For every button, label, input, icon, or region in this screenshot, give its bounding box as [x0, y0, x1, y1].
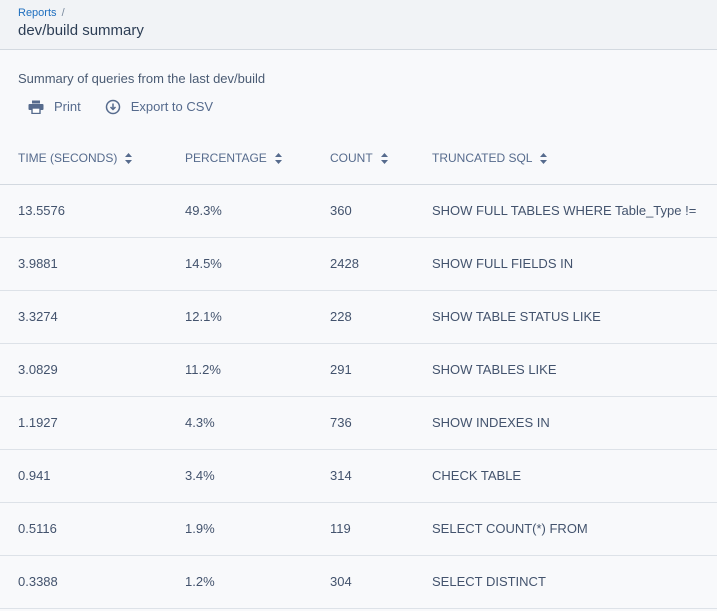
export-label: Export to CSV	[130, 99, 214, 114]
cell-time: 3.9881	[0, 237, 167, 291]
column-header-sql[interactable]: TRUNCATED SQL	[414, 132, 717, 185]
table-row[interactable]: 3.0829 11.2% 291 SHOW TABLES LIKE	[0, 343, 717, 397]
export-csv-button[interactable]: Export to CSV	[105, 99, 213, 115]
column-header-label: TRUNCATED SQL	[432, 150, 533, 165]
cell-count: 736	[312, 396, 414, 450]
column-header-label: TIME (SECONDS)	[18, 150, 118, 165]
cell-count: 119	[312, 502, 414, 556]
breadcrumb-separator: /	[61, 7, 65, 19]
breadcrumb: Reports /	[18, 7, 699, 20]
cell-sql: SHOW FULL TABLES WHERE Table_Type !=	[414, 184, 717, 238]
printer-icon	[28, 100, 44, 114]
cell-percentage: 14.5%	[167, 237, 312, 291]
cell-time: 13.5576	[0, 184, 167, 238]
report-description: Summary of queries from the last dev/bui…	[18, 71, 266, 86]
table-row[interactable]: 0.941 3.4% 314 CHECK TABLE	[0, 449, 717, 503]
cell-sql: SHOW TABLE STATUS LIKE	[414, 290, 717, 344]
cell-percentage: 12.1%	[167, 290, 312, 344]
cell-sql: SELECT DISTINCT	[414, 555, 717, 609]
column-header-label: PERCENTAGE	[185, 150, 267, 165]
sort-icon	[125, 153, 133, 165]
query-summary-table: TIME (SECONDS) PERCENTAGE COUNT TRUNCATE…	[0, 132, 717, 609]
sort-icon	[274, 153, 282, 165]
report-toolbar: Print Export to CSV	[0, 87, 717, 117]
cell-count: 360	[312, 184, 414, 238]
table-row[interactable]: 0.5116 1.9% 119 SELECT COUNT(*) FROM	[0, 502, 717, 556]
cell-sql: SHOW TABLES LIKE	[414, 343, 717, 397]
sort-icon	[380, 153, 388, 165]
sort-icon	[540, 153, 548, 165]
table-header-row: TIME (SECONDS) PERCENTAGE COUNT TRUNCATE…	[0, 132, 717, 185]
cell-count: 2428	[312, 237, 414, 291]
page-header: Reports / dev/build summary	[0, 0, 717, 50]
cell-count: 304	[312, 555, 414, 609]
report-content: Summary of queries from the last dev/bui…	[0, 50, 717, 611]
cell-time: 3.0829	[0, 343, 167, 397]
cell-percentage: 4.3%	[167, 396, 312, 450]
cell-count: 291	[312, 343, 414, 397]
cell-percentage: 3.4%	[167, 449, 312, 503]
cell-percentage: 1.2%	[167, 555, 312, 609]
cell-percentage: 49.3%	[167, 184, 312, 238]
cell-sql: SELECT COUNT(*) FROM	[414, 502, 717, 556]
page-title: dev/build summary	[18, 22, 144, 39]
table-row[interactable]: 1.1927 4.3% 736 SHOW INDEXES IN	[0, 396, 717, 450]
cell-time: 1.1927	[0, 396, 167, 450]
cell-time: 3.3274	[0, 290, 167, 344]
table-row[interactable]: 0.3388 1.2% 304 SELECT DISTINCT	[0, 555, 717, 609]
column-header-time[interactable]: TIME (SECONDS)	[0, 132, 167, 185]
print-label: Print	[54, 99, 81, 114]
table-row[interactable]: 3.3274 12.1% 228 SHOW TABLE STATUS LIKE	[0, 290, 717, 344]
column-header-label: COUNT	[330, 150, 373, 165]
cell-count: 228	[312, 290, 414, 344]
cell-sql: SHOW FULL FIELDS IN	[414, 237, 717, 291]
cell-sql: SHOW INDEXES IN	[414, 396, 717, 450]
cell-percentage: 11.2%	[167, 343, 312, 397]
cell-time: 0.3388	[0, 555, 167, 609]
cell-sql: CHECK TABLE	[414, 449, 717, 503]
table-row[interactable]: 13.5576 49.3% 360 SHOW FULL TABLES WHERE…	[0, 184, 717, 238]
breadcrumb-reports-link[interactable]: Reports	[18, 7, 57, 19]
table-row[interactable]: 3.9881 14.5% 2428 SHOW FULL FIELDS IN	[0, 237, 717, 291]
column-header-count[interactable]: COUNT	[312, 132, 414, 185]
column-header-percentage[interactable]: PERCENTAGE	[167, 132, 312, 185]
download-circle-icon	[105, 99, 120, 114]
print-button[interactable]: Print	[28, 99, 81, 114]
cell-time: 0.5116	[0, 502, 167, 556]
cell-count: 314	[312, 449, 414, 503]
cell-time: 0.941	[0, 449, 167, 503]
cell-percentage: 1.9%	[167, 502, 312, 556]
